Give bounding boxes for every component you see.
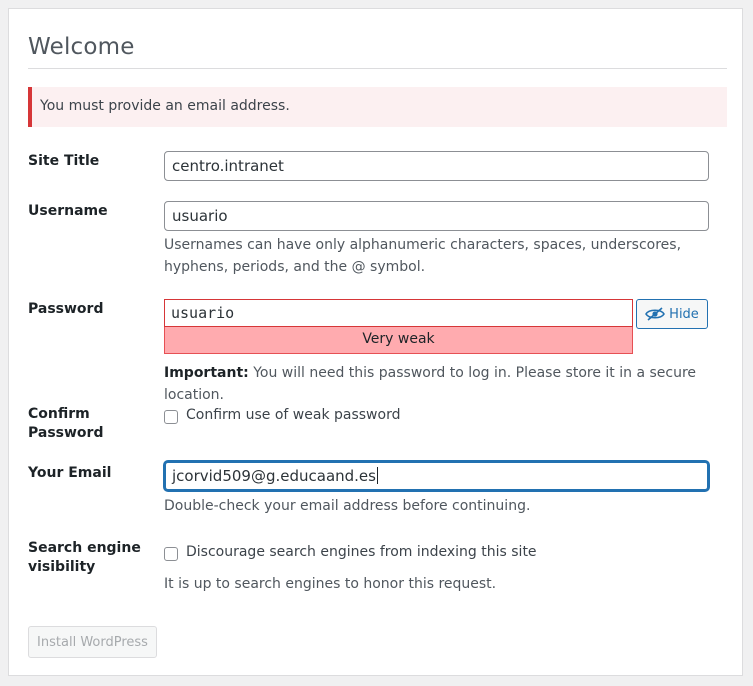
- title-divider: [28, 68, 727, 69]
- search-label-line2: visibility: [28, 559, 96, 575]
- username-value: usuario: [172, 207, 228, 225]
- confirm-label-line2: Password: [28, 425, 104, 441]
- email-label: Your Email: [28, 465, 112, 481]
- page-title: Welcome: [28, 34, 135, 60]
- email-description: Double-check your email address before c…: [164, 498, 531, 514]
- important-prefix: Important:: [164, 365, 249, 381]
- search-visibility-label: Search engine visibility: [28, 539, 141, 577]
- confirm-weak-password-label[interactable]: Confirm use of weak password: [186, 407, 400, 423]
- confirm-label-line1: Confirm: [28, 406, 90, 422]
- install-button-label: Install WordPress: [37, 634, 148, 650]
- site-title-value: centro.intranet: [172, 157, 284, 175]
- email-value: jcorvid509@g.educaand.es: [172, 467, 376, 485]
- discourage-search-checkbox[interactable]: [164, 547, 178, 561]
- username-label: Username: [28, 203, 108, 219]
- password-label: Password: [28, 301, 104, 317]
- email-input[interactable]: jcorvid509@g.educaand.es: [164, 461, 709, 491]
- eye-slash-icon: [645, 307, 666, 321]
- password-strength-text: Very weak: [362, 331, 435, 347]
- discourage-search-label[interactable]: Discourage search engines from indexing …: [186, 544, 537, 560]
- error-notice: You must provide an email address.: [28, 87, 727, 127]
- hide-password-button[interactable]: Hide: [636, 299, 708, 329]
- search-label-line1: Search engine: [28, 540, 141, 556]
- password-important-note: Important: You will need this password t…: [164, 362, 709, 406]
- confirm-password-label: Confirm Password: [28, 405, 103, 443]
- username-description: Usernames can have only alphanumeric cha…: [164, 237, 682, 275]
- error-notice-text: You must provide an email address.: [40, 98, 290, 114]
- confirm-weak-password-checkbox[interactable]: [164, 410, 178, 424]
- site-title-input[interactable]: centro.intranet: [164, 151, 709, 181]
- text-caret: [376, 467, 378, 484]
- password-strength-meter: Very weak: [164, 327, 633, 354]
- search-visibility-description: It is up to search engines to honor this…: [164, 576, 497, 592]
- hide-button-label: Hide: [669, 306, 699, 322]
- password-value: usuario: [171, 304, 235, 322]
- site-title-label: Site Title: [28, 153, 100, 169]
- install-wordpress-button[interactable]: Install WordPress: [28, 626, 157, 658]
- install-form-card: Welcome You must provide an email addres…: [8, 8, 743, 676]
- username-input[interactable]: usuario: [164, 201, 709, 231]
- password-input[interactable]: usuario: [164, 299, 633, 327]
